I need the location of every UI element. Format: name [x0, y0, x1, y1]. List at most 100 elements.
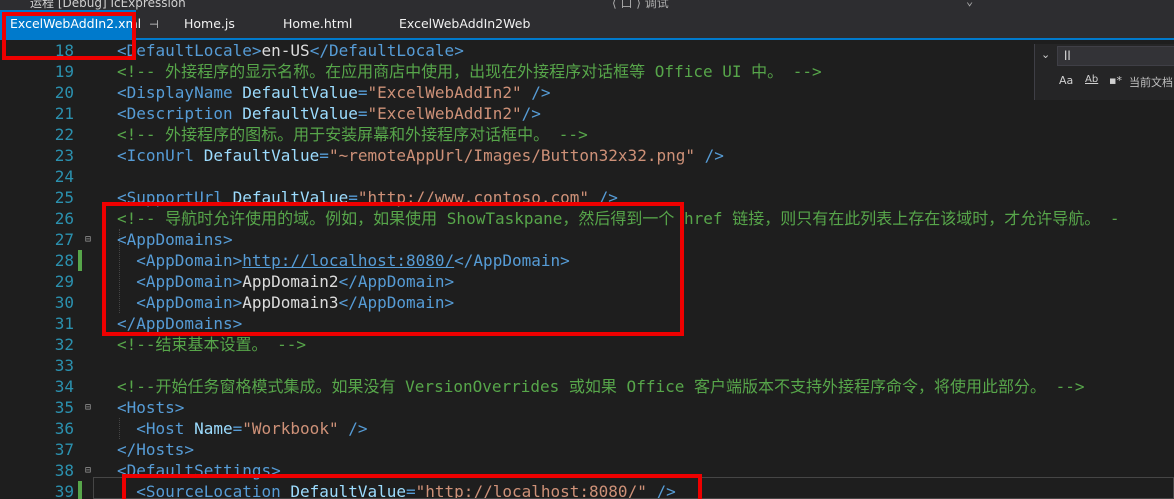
line-number: 19 [54, 62, 74, 81]
fold-toggle-icon[interactable]: ⊟ [82, 397, 94, 418]
code-token: <!--开始任务窗格模式集成。如果没有 VersionOverrides 或如果… [117, 377, 1085, 396]
line-number: 36 [54, 419, 74, 438]
code-token: Name [194, 419, 233, 438]
tab-home-html[interactable]: Home.html [283, 10, 352, 38]
line-number: 26 [54, 209, 74, 228]
code-line[interactable]: 35 ⊟ <Hosts> [0, 397, 1174, 418]
line-number: 33 [54, 356, 74, 375]
code-token: <Hosts> [117, 398, 185, 417]
code-token: "ExcelWebAddIn2" [367, 104, 522, 123]
code-token: /> [521, 104, 541, 123]
code-text: <!-- 外接程序的显示名称。在应用商店中使用，出现在外接程序对话框等 Offi… [117, 61, 822, 82]
line-number: 38 [54, 461, 74, 480]
line-number: 34 [54, 377, 74, 396]
line-number: 28 [54, 251, 74, 270]
tab-home-js[interactable]: Home.js [184, 10, 235, 38]
code-token: "Workbook" [242, 419, 339, 438]
line-number: 32 [54, 335, 74, 354]
line-number: 39 [54, 482, 74, 499]
code-token: > [251, 41, 262, 60]
code-token: /> [348, 419, 368, 438]
search-fragment[interactable]: ⟨ 口 ⟩ 调试 [612, 0, 669, 10]
code-token: "ExcelWebAddIn2" [367, 83, 522, 102]
line-number: 30 [54, 293, 74, 312]
line-number: 31 [54, 314, 74, 333]
line-number: 25 [54, 188, 74, 207]
code-token: DefaultValue [242, 83, 358, 102]
find-input[interactable]: ll [1057, 46, 1174, 66]
expand-replace-chevron-icon[interactable]: ⌄ [1041, 48, 1050, 61]
line-number: 37 [54, 440, 74, 459]
line-number: 23 [54, 146, 74, 165]
window-title-fragment: 运程 [Debug] IcExpression [30, 0, 186, 10]
code-text: <!--开始任务窗格模式集成。如果没有 VersionOverrides 或如果… [117, 376, 1085, 397]
code-token: /> [704, 146, 724, 165]
code-token: DefaultLocale [328, 41, 455, 60]
code-line[interactable]: 34 <!--开始任务窗格模式集成。如果没有 VersionOverrides 或… [0, 376, 1174, 397]
code-token: en-US [261, 41, 310, 60]
code-text: </Hosts> [117, 439, 194, 460]
line-number: 24 [54, 167, 74, 186]
title-strip: 运程 [Debug] IcExpression ⟨ 口 ⟩ 调试 ⌄ [0, 0, 1174, 10]
code-text: <DefaultLocale>en-US</DefaultLocale> [117, 40, 464, 61]
fold-toggle-icon[interactable]: ⊟ [82, 229, 94, 250]
code-token: <!--结束基本设置。 --> [117, 335, 307, 354]
code-line[interactable]: 23 <IconUrl DefaultValue="~remoteAppUrl/I… [0, 145, 1174, 166]
code-token: = [232, 419, 243, 438]
code-token: </ [309, 41, 329, 60]
code-line[interactable]: 36 <Host Name="Workbook" /> [0, 418, 1174, 439]
code-line[interactable]: 37 </Hosts> [0, 439, 1174, 460]
code-line[interactable]: 24 [0, 166, 1174, 187]
code-token: DefaultLocale [126, 41, 252, 60]
code-token: <!-- 外接程序的显示名称。在应用商店中使用，出现在外接程序对话框等 Offi… [117, 62, 822, 81]
find-widget: ⌄ ll Aa Ab ▪* 当前文档 [1034, 44, 1174, 100]
code-text: <Hosts> [117, 397, 184, 418]
pin-icon[interactable]: ⊣ [149, 18, 159, 31]
code-token: </Hosts> [117, 440, 195, 459]
tab-excelwebaddin2web[interactable]: ExcelWebAddIn2Web [399, 10, 530, 38]
find-scope[interactable]: 当前文档 [1129, 74, 1173, 90]
code-token: "~remoteAppUrl/Images/Button32x32.png" [328, 146, 695, 165]
code-token: <DisplayName [117, 83, 233, 102]
highlight-box-tab [2, 12, 136, 60]
ide-window: 运程 [Debug] IcExpression ⟨ 口 ⟩ 调试 ⌄ Excel… [0, 0, 1174, 499]
line-number: 27 [54, 230, 74, 249]
code-token: DefaultValue [242, 104, 358, 123]
code-line[interactable]: 22 <!-- 外接程序的图标。用于安装屏幕和外接程序对话框中。 --> [0, 124, 1174, 145]
line-number: 21 [54, 104, 74, 123]
code-line[interactable]: 19 <!-- 外接程序的显示名称。在应用商店中使用，出现在外接程序对话框等 Of… [0, 61, 1174, 82]
line-number: 22 [54, 125, 74, 144]
code-token: <IconUrl [117, 146, 195, 165]
whole-word-icon[interactable]: Ab [1085, 74, 1098, 85]
code-text: <IconUrl DefaultValue="~remoteAppUrl/Ima… [117, 145, 724, 166]
code-text: <Host Name="Workbook" /> [117, 418, 367, 439]
code-token: /> [531, 83, 551, 102]
code-line[interactable]: 21 <Description DefaultValue="ExcelWebAdd… [0, 103, 1174, 124]
chevron-down-icon[interactable]: ⌄ [966, 0, 973, 8]
code-token: DefaultValue [203, 146, 320, 165]
code-text: <DisplayName DefaultValue="ExcelWebAddIn… [117, 82, 551, 103]
editor-tab-bar: ExcelWebAddIn2.xml ⊣ Home.js Home.html Ex… [0, 10, 1174, 40]
change-marker [78, 250, 82, 271]
code-token: <Description [117, 104, 233, 123]
highlight-box-sourcelocation [122, 474, 702, 499]
code-line[interactable]: 20 <DisplayName DefaultValue="ExcelWebAdd… [0, 82, 1174, 103]
line-number: 35 [54, 398, 74, 417]
code-text: <!-- 外接程序的图标。用于安装屏幕和外接程序对话框中。 --> [117, 124, 588, 145]
code-text: <!--结束基本设置。 --> [117, 334, 306, 355]
code-line[interactable]: 33 [0, 355, 1174, 376]
code-token: = [319, 146, 329, 165]
match-case-icon[interactable]: Aa [1059, 74, 1073, 87]
change-marker [78, 481, 82, 499]
highlight-box-appdomains [102, 202, 684, 336]
code-line[interactable]: 32 <!--结束基本设置。 --> [0, 334, 1174, 355]
line-number: 20 [54, 83, 74, 102]
code-line[interactable]: 18 <DefaultLocale>en-US</DefaultLocale> [0, 40, 1174, 61]
regex-icon[interactable]: ▪* [1109, 74, 1122, 87]
